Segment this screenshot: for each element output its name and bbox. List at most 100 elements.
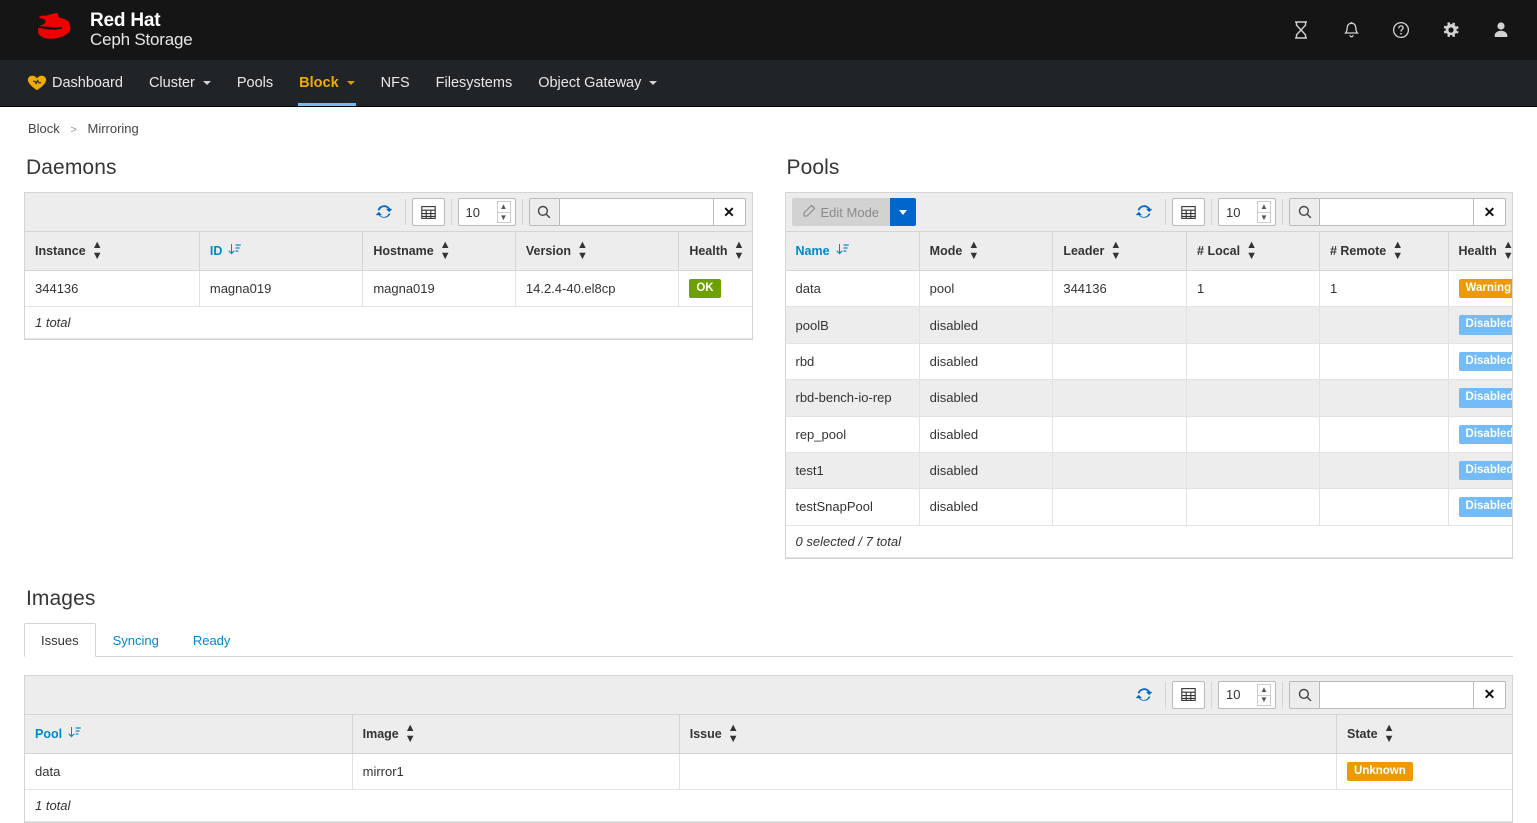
pools-col-mode[interactable]: Mode ▲ ▼ [919,232,1054,271]
daemons-column-selector-button[interactable] [411,198,445,226]
daemons-header-row: Instance ▲ ▼ ID Hostname ▲ ▼ Version ▲ ▼ Healt… [25,232,752,271]
toolbar-divider [1282,199,1283,225]
daemons-col-hostname[interactable]: Hostname ▲ ▼ [362,232,516,271]
tab-issues[interactable]: Issues [24,622,96,657]
user-icon[interactable] [1491,20,1511,40]
sort-both-icon: ▲ ▼ [439,239,451,262]
images-col-issue[interactable]: Issue ▲ ▼ [679,714,1338,754]
daemons-search-input[interactable] [558,198,713,226]
breadcrumb: Block > Mirroring [24,107,1513,136]
table-row[interactable]: 344136 magna019 magna019 14.2.4-40.el8cp… [25,270,752,308]
images-page-size-value: 10 [1226,687,1241,703]
ceph-heart-icon [27,75,47,91]
edit-mode-dropdown-button[interactable] [890,198,917,226]
images-column-selector-button[interactable] [1172,680,1205,709]
help-icon[interactable] [1391,20,1411,40]
table-row[interactable]: rep_pool disabled Disabled [785,416,1512,453]
stepper-down-icon[interactable]: ▼ [496,212,511,223]
col-label: # Local [1197,244,1241,258]
table-row[interactable]: data pool 344136 1 1 Warning [785,270,1512,308]
cell-name: data [785,270,920,308]
pools-refresh-button[interactable] [1129,198,1159,226]
pools-edit-mode-group: Edit Mode [791,198,917,226]
nav-item-object-gateway[interactable]: Object Gateway [525,60,670,106]
pools-page-size-stepper[interactable]: 10 ▲ ▼ [1218,198,1276,226]
daemons-col-id[interactable]: ID [199,232,364,271]
nav-item-pools[interactable]: Pools [224,60,286,106]
toolbar-divider [521,199,523,225]
images-col-pool[interactable]: Pool [25,714,353,754]
table-row[interactable]: rbd-bench-io-rep disabled Disabled [785,379,1512,417]
tab-ready[interactable]: Ready [176,623,248,657]
table-row[interactable]: poolB disabled Disabled [785,306,1512,344]
daemons-col-version[interactable]: Version ▲ ▼ [515,232,680,271]
images-search-group: ✕ [1289,680,1506,709]
nav-item-cluster[interactable]: Cluster [136,60,224,106]
stepper-down-icon[interactable]: ▼ [1257,212,1271,223]
daemons-refresh-button[interactable] [369,198,399,226]
pools-column-selector-button[interactable] [1172,198,1205,226]
breadcrumb-item-mirroring: Mirroring [87,121,139,136]
nav-label-object-gateway: Object Gateway [538,75,642,91]
images-page-size-stepper[interactable]: 10 ▲ ▼ [1218,680,1276,709]
images-search-clear-button[interactable]: ✕ [1473,680,1506,709]
images-col-state[interactable]: State ▲ ▼ [1336,714,1512,754]
pools-col-local[interactable]: # Local ▲ ▼ [1186,232,1320,271]
daemons-search-clear-button[interactable]: ✕ [712,198,746,226]
images-col-image[interactable]: Image ▲ ▼ [352,714,680,754]
images-total-label: 1 total [25,789,1512,822]
table-row[interactable]: rbd disabled Disabled [785,343,1512,381]
stepper-down-icon[interactable]: ▼ [1257,694,1271,706]
table-row[interactable]: testSnapPool disabled Disabled [785,488,1512,526]
cell-mode: disabled [919,416,1054,453]
sort-desc-icon [835,243,849,259]
cell-remote [1319,488,1449,526]
breadcrumb-item-block[interactable]: Block [28,121,60,136]
nav-item-nfs[interactable]: NFS [368,60,423,106]
nav-item-block[interactable]: Block [286,60,368,106]
notifications-bell-icon[interactable] [1341,20,1361,40]
daemons-col-health[interactable]: Health ▲ ▼ [678,232,752,271]
pools-table-body: data pool 344136 1 1 Warning poolB disab… [785,270,1512,558]
nav-label-nfs: NFS [380,75,410,91]
nav-item-dashboard[interactable]: Dashboard [14,60,136,106]
pools-col-health[interactable]: Health ▲ ▼ [1448,232,1514,271]
nav-item-filesystems[interactable]: Filesystems [423,60,526,106]
tab-syncing[interactable]: Syncing [96,623,176,657]
cell-remote [1319,379,1449,417]
status-badge: Disabled [1458,351,1512,372]
pools-col-name[interactable]: Name [785,232,920,271]
daemons-page-size-stepper[interactable]: 10 ▲ ▼ [457,198,516,226]
stepper-arrows[interactable]: ▲ ▼ [496,201,511,223]
stepper-arrows[interactable]: ▲ ▼ [1257,683,1271,706]
stepper-up-icon[interactable]: ▲ [496,201,511,212]
cell-name: rbd [785,343,920,381]
table-row[interactable]: data mirror1 Unknown [25,753,1512,791]
status-badge: OK [689,279,721,299]
pools-panel: Pools Edit Mode 10 ▲ ▼ ✕ Name Mode ▲ ▼ L… [784,156,1514,559]
daemons-col-instance[interactable]: Instance ▲ ▼ [25,232,200,271]
images-search-input[interactable] [1319,680,1473,709]
table-row[interactable]: test1 disabled Disabled [785,452,1512,490]
tasks-hourglass-icon[interactable] [1291,20,1311,40]
pools-col-leader[interactable]: Leader ▲ ▼ [1052,232,1188,271]
toolbar-divider [450,199,452,225]
pools-search-input[interactable] [1319,198,1473,226]
col-label: Instance [35,244,86,258]
cell-local [1186,379,1320,417]
stepper-up-icon[interactable]: ▲ [1257,201,1271,212]
daemons-panel: Daemons 10 ▲ ▼ ✕ Instance ▲ ▼ ID Hostnam… [24,156,753,559]
pools-search-clear-button[interactable]: ✕ [1473,198,1506,226]
status-badge: Disabled [1458,388,1512,408]
pools-col-remote[interactable]: # Remote ▲ ▼ [1319,232,1449,271]
daemons-widget: 10 ▲ ▼ ✕ Instance ▲ ▼ ID Hostname ▲ ▼ Ve… [24,192,753,341]
cell-remote: 1 [1319,270,1449,308]
red-hat-logo-icon [22,13,80,47]
stepper-up-icon[interactable]: ▲ [1257,683,1271,695]
stepper-arrows[interactable]: ▲ ▼ [1257,201,1271,223]
gear-icon[interactable] [1441,20,1461,40]
edit-mode-label: Edit Mode [820,204,880,220]
brand-logo-area[interactable]: Red Hat Ceph Storage [22,11,193,49]
edit-mode-button[interactable]: Edit Mode [791,198,891,226]
images-refresh-button[interactable] [1129,681,1159,709]
